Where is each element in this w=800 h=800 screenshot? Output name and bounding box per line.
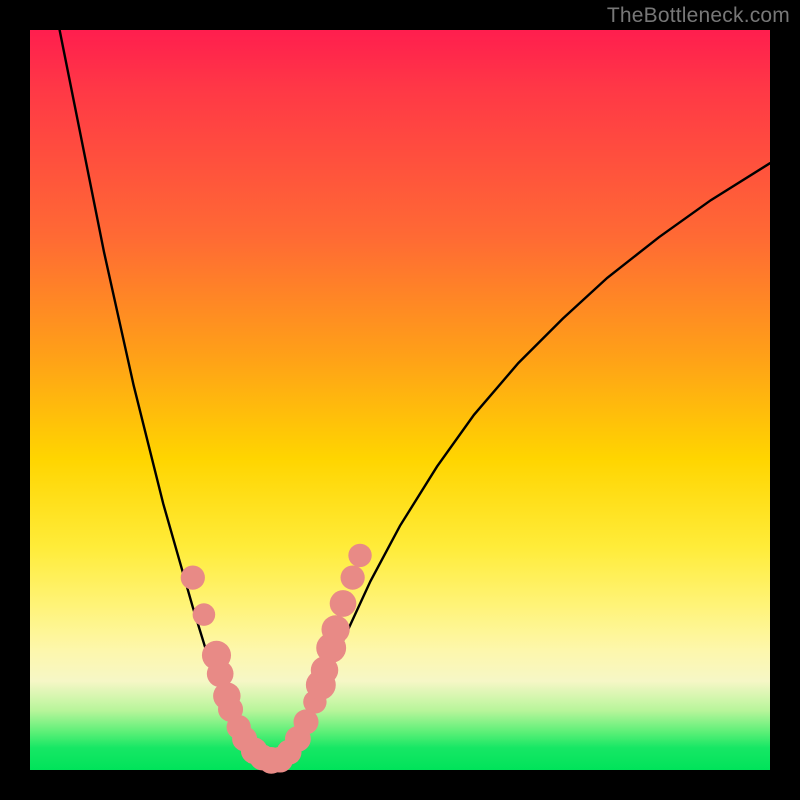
bottleneck-curve bbox=[60, 30, 770, 761]
watermark-text: TheBottleneck.com bbox=[607, 4, 790, 28]
marker-dot bbox=[181, 565, 205, 589]
marker-dot bbox=[330, 590, 357, 617]
marker-dot bbox=[193, 603, 216, 626]
marker-dot bbox=[321, 615, 349, 643]
marker-dot bbox=[348, 544, 371, 567]
marker-cluster bbox=[181, 544, 372, 774]
chart-container: TheBottleneck.com bbox=[0, 0, 800, 800]
marker-dot bbox=[341, 565, 365, 589]
curve-path bbox=[60, 30, 770, 761]
plot-area bbox=[30, 30, 770, 770]
chart-svg bbox=[30, 30, 770, 770]
